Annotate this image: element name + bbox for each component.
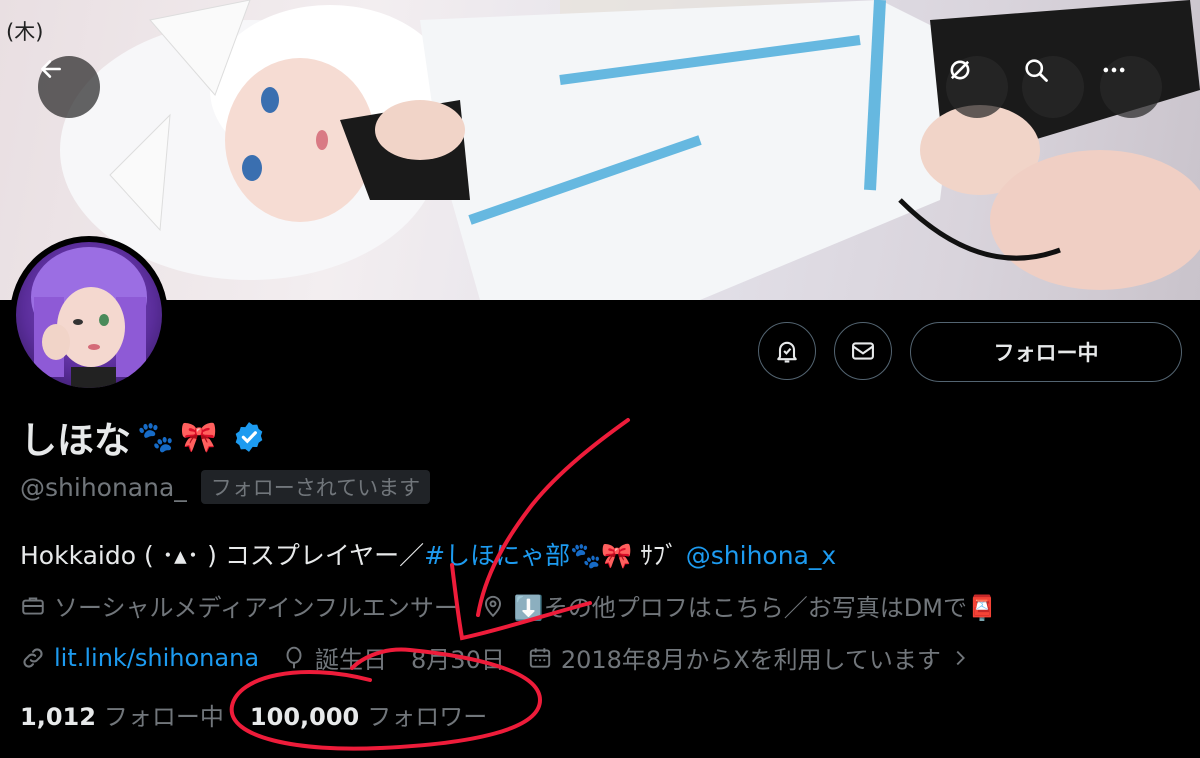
back-button[interactable] [38, 56, 100, 118]
location-label: ⬇️その他プロフはこちら／お写真はDMで📮 [513, 594, 997, 622]
chevron-right-icon [956, 650, 965, 665]
handle-row: @shihonana_ フォローされています [20, 470, 431, 504]
search-icon [1025, 59, 1048, 82]
bio-emojis: 🐾🎀 [570, 541, 633, 570]
profile-avatar[interactable] [10, 236, 168, 394]
bell-check-icon [777, 341, 797, 363]
arrow-left-icon [41, 60, 61, 78]
verified-badge-icon[interactable] [232, 420, 266, 454]
profile-meta-row-2: lit.link/shihonana 誕生日 8月30日 2018年8月からXを… [20, 640, 993, 675]
following-count: 1,012 [20, 703, 96, 731]
followers-stat[interactable]: 100,000 フォロワー [250, 697, 487, 732]
annotation-arrow-line [476, 418, 630, 617]
follows-you-badge: フォローされています [200, 470, 431, 504]
website-item: lit.link/shihonana [20, 644, 259, 672]
notifications-button[interactable] [758, 322, 816, 380]
profile-banner[interactable]: (木) [0, 0, 1200, 300]
grok-button[interactable] [946, 56, 1008, 118]
joined-label: 2018年8月からXを利用しています [560, 646, 941, 674]
following-stat[interactable]: 1,012 フォロー中 [20, 697, 224, 732]
location-pin-icon [484, 595, 501, 617]
balloon-icon [286, 646, 302, 668]
banner-photo [60, 0, 1200, 300]
joined-item[interactable]: 2018年8月からXを利用しています [527, 640, 971, 675]
website-link[interactable]: lit.link/shihonana [54, 644, 259, 672]
birthday-item: 誕生日 8月30日 [281, 640, 505, 675]
search-button[interactable] [1022, 56, 1084, 118]
grok-icon [950, 60, 970, 80]
followers-count: 100,000 [249, 703, 360, 731]
display-name: しほな [20, 419, 131, 462]
location-item: ⬇️その他プロフはこちら／お写真はDMで📮 [480, 588, 997, 623]
message-button[interactable] [834, 322, 892, 380]
link-icon [23, 647, 43, 668]
more-icon [1103, 67, 1125, 73]
ribbon-emoji: 🎀 [180, 419, 218, 455]
briefcase-icon [22, 596, 44, 615]
profile-bio: Hokkaido ( ･▴･ ) コスプレイヤー／#しほにゃ部🐾🎀 ｻﾌﾞ @s… [20, 536, 836, 572]
category-label: ソーシャルメディアインフルエンサー [54, 594, 458, 622]
bio-sub-label: ｻﾌﾞ [632, 541, 686, 570]
bio-sub-account-link[interactable]: @shihona_x [686, 541, 836, 570]
more-button[interactable] [1100, 56, 1162, 118]
following-label: フォロー中 [103, 703, 224, 731]
birthday-label: 誕生日 8月30日 [315, 646, 505, 674]
status-day: (木) [6, 20, 44, 44]
username-handle: @shihonana_ [20, 472, 187, 502]
bio-hashtag-link[interactable]: #しほにゃ部 [424, 541, 570, 570]
category-item: ソーシャルメディアインフルエンサー [20, 588, 458, 623]
profile-meta-row-1: ソーシャルメディアインフルエンサー ⬇️その他プロフはこちら／お写真はDMで📮 [20, 588, 1019, 623]
calendar-icon [529, 647, 551, 668]
avatar-photo [31, 247, 147, 388]
bio-text: Hokkaido ( ･▴･ ) コスプレイヤー／ [20, 541, 425, 570]
followers-label: フォロワー [367, 703, 488, 731]
following-button[interactable]: フォロー中 [910, 322, 1182, 382]
envelope-icon [852, 342, 874, 360]
profile-name-row: しほな 🐾 🎀 [20, 410, 266, 464]
follow-stats: 1,012 フォロー中 100,000 フォロワー [20, 697, 487, 732]
paw-emoji: 🐾 [137, 419, 175, 455]
